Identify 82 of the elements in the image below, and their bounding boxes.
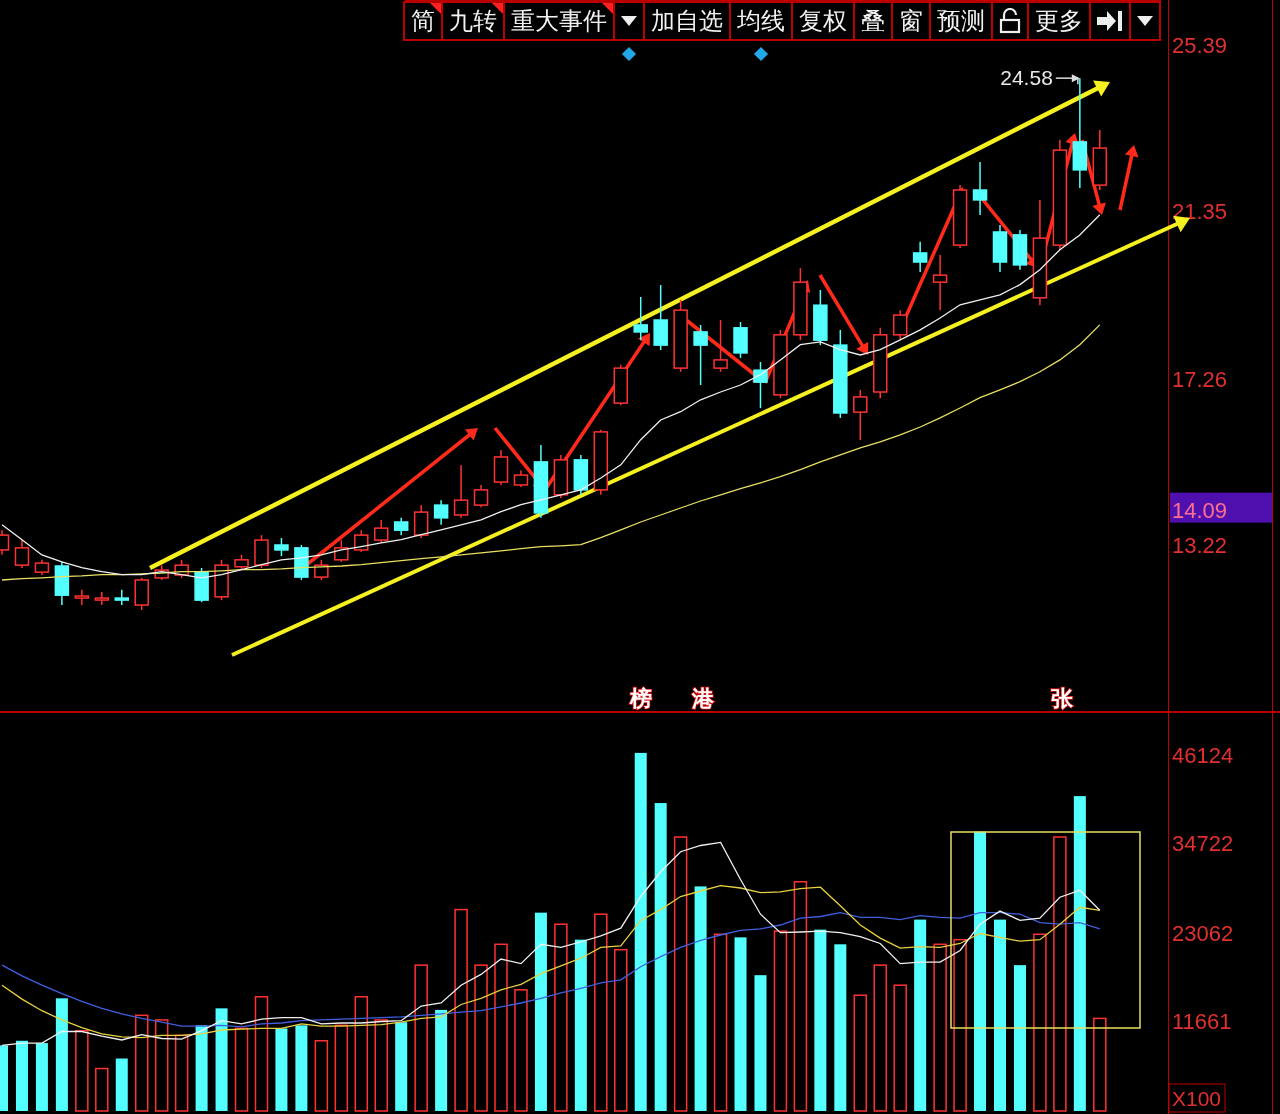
candlestick bbox=[94, 591, 110, 606]
toolbar-button[interactable]: 重大事件 bbox=[503, 1, 615, 41]
candlestick bbox=[134, 577, 149, 611]
candlestick bbox=[473, 484, 489, 508]
candlestick bbox=[254, 534, 269, 569]
candlestick bbox=[773, 329, 788, 399]
collapse-button[interactable] bbox=[1089, 1, 1131, 41]
candlestick bbox=[393, 517, 409, 536]
candlestick bbox=[453, 464, 469, 519]
candlestick bbox=[753, 361, 768, 409]
candlestick bbox=[374, 519, 389, 543]
candlestick bbox=[314, 559, 329, 581]
high-price-pointer-icon bbox=[1055, 74, 1080, 85]
candlestick bbox=[972, 161, 988, 216]
candlestick bbox=[932, 254, 948, 311]
candlestick bbox=[853, 389, 868, 441]
volume-axis-label: 34722 bbox=[1172, 831, 1234, 857]
volume-axis-label: 46124 bbox=[1172, 743, 1234, 769]
candlestick bbox=[733, 321, 748, 359]
candlestick bbox=[693, 324, 708, 386]
volume-bar bbox=[0, 1045, 8, 1111]
candlestick bbox=[234, 554, 249, 571]
candlestick bbox=[613, 364, 628, 406]
candlestick bbox=[892, 309, 908, 341]
trend-arrow bbox=[1118, 145, 1139, 211]
toolbar-button[interactable]: 预测 bbox=[929, 1, 993, 41]
candlestick bbox=[214, 559, 229, 601]
price-axis-label: 17.26 bbox=[1172, 367, 1228, 393]
volume-axis-label: 11661 bbox=[1172, 1009, 1232, 1034]
caret-icon bbox=[1137, 16, 1153, 26]
toolbar-button[interactable]: 叠 bbox=[853, 1, 893, 41]
candlestick bbox=[1012, 229, 1028, 271]
candlestick bbox=[653, 284, 668, 351]
caret-icon bbox=[621, 16, 637, 26]
candlestick bbox=[114, 589, 129, 606]
candlestick bbox=[952, 184, 968, 249]
candlestick bbox=[34, 559, 50, 576]
dropdown-button[interactable] bbox=[1129, 1, 1161, 41]
toolbar-button[interactable]: 窗 bbox=[891, 1, 931, 41]
toolbar-button[interactable]: 加自选 bbox=[643, 1, 731, 41]
candlestick bbox=[413, 504, 429, 539]
price-axis-label: 25.39 bbox=[1172, 32, 1228, 58]
toolbar-button[interactable]: 简 bbox=[403, 1, 443, 41]
unit-label: X100 bbox=[1168, 1083, 1226, 1113]
event-marker[interactable]: 张 bbox=[1051, 686, 1073, 711]
candlestick bbox=[74, 589, 90, 606]
candlestick bbox=[573, 454, 589, 496]
candlestick bbox=[713, 319, 728, 373]
candlestick bbox=[593, 429, 609, 496]
candlestick bbox=[633, 296, 648, 341]
candlestick bbox=[912, 241, 928, 273]
candlestick bbox=[14, 539, 30, 569]
candlestick bbox=[174, 559, 189, 579]
candlestick bbox=[493, 449, 509, 486]
event-marker[interactable]: 榜 bbox=[630, 686, 652, 711]
candlestick bbox=[354, 529, 369, 553]
volume-axis-label: 23062 bbox=[1172, 921, 1234, 946]
event-marker[interactable]: 港 bbox=[692, 686, 714, 711]
candlestick bbox=[513, 469, 529, 488]
high-price-label: 24.58 bbox=[1000, 66, 1053, 90]
candlestick bbox=[274, 537, 289, 557]
candlestick bbox=[334, 539, 349, 563]
toolbar-button[interactable]: 更多 bbox=[1027, 1, 1091, 41]
candlestick bbox=[1092, 129, 1108, 191]
candlestick bbox=[433, 499, 449, 526]
candlestick bbox=[194, 567, 209, 603]
volume-bar bbox=[35, 1043, 48, 1111]
current-price-label: 14.09 bbox=[1170, 492, 1272, 523]
lock-button[interactable] bbox=[991, 1, 1029, 41]
lock-icon bbox=[999, 8, 1021, 34]
price-axis-label: 13.22 bbox=[1172, 533, 1228, 559]
arrow-to-line-icon bbox=[1097, 10, 1123, 32]
candlestick bbox=[813, 289, 828, 346]
toolbar-button[interactable]: 九转 bbox=[441, 1, 505, 41]
volume-bar bbox=[115, 1058, 128, 1111]
toolbar-button[interactable]: 复权 bbox=[791, 1, 855, 41]
candlestick bbox=[154, 564, 169, 581]
candlestick bbox=[553, 454, 569, 499]
candlestick bbox=[992, 224, 1008, 273]
volume-bar bbox=[15, 1040, 28, 1111]
candlestick bbox=[54, 561, 70, 606]
candlestick bbox=[873, 327, 888, 399]
